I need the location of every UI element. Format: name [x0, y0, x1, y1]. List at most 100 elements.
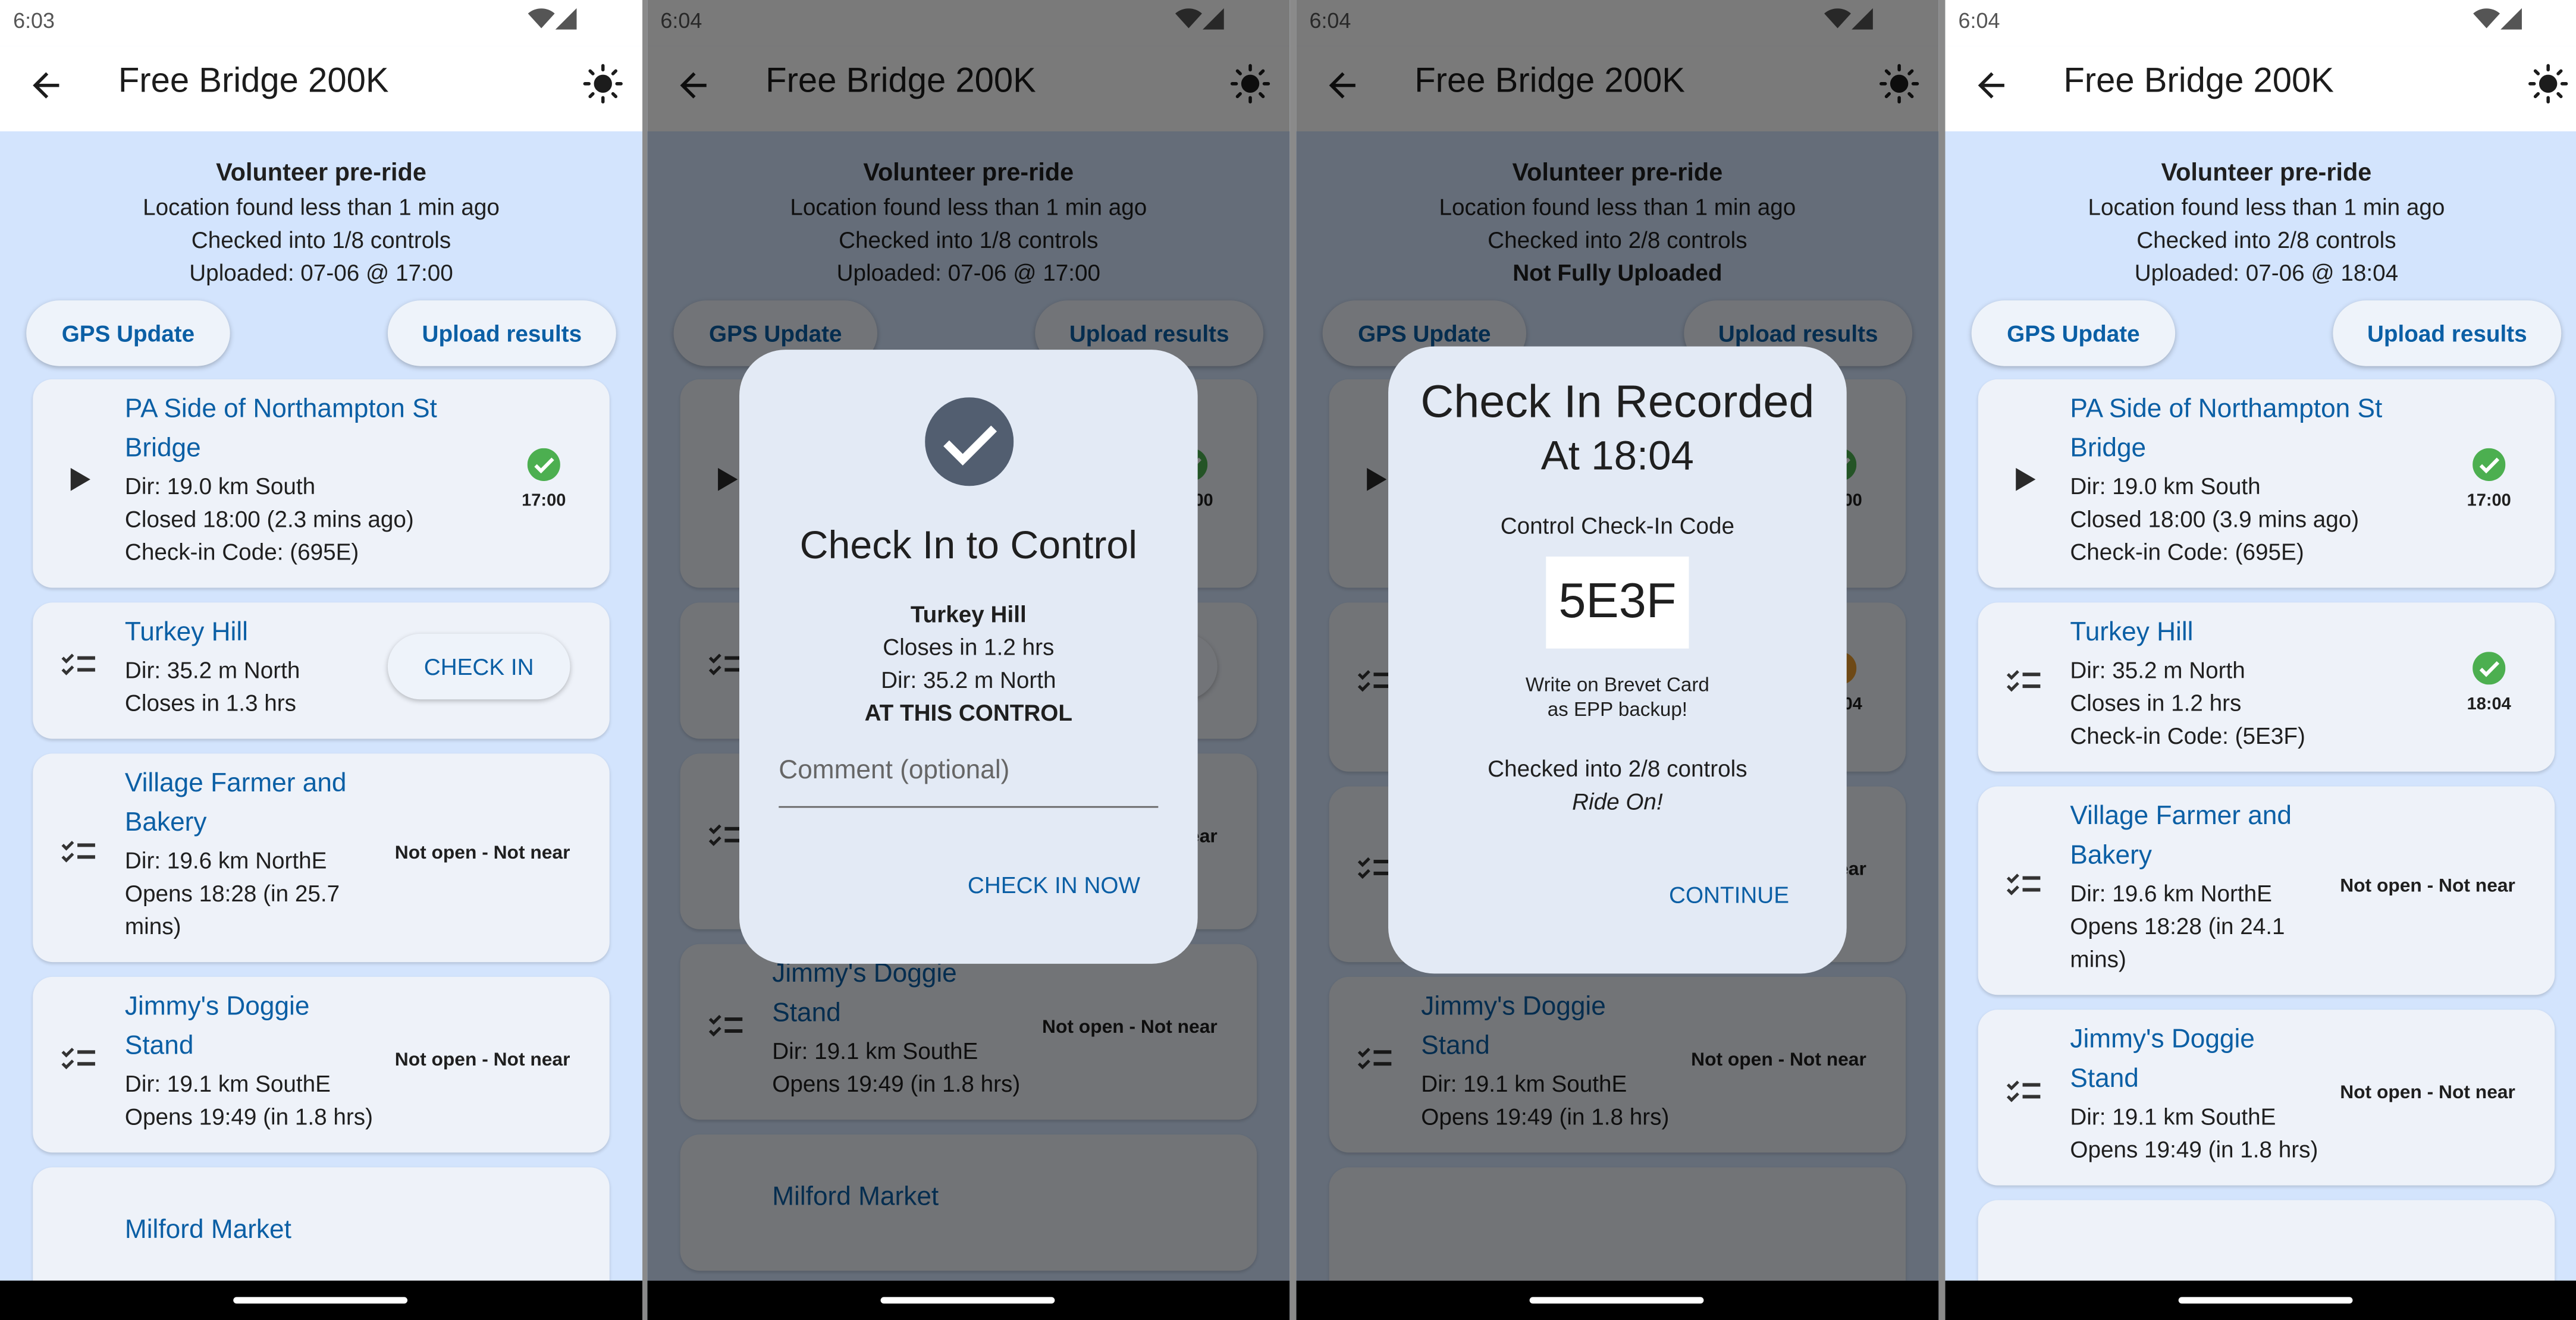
brevet-note: Write on Brevet Card — [1525, 673, 1709, 696]
checkin-time: 17:00 — [522, 491, 566, 511]
screenshot-collage: 6:03 Free Bridge 200K Volunteer pre-ride Lo… — [0, 0, 2576, 1320]
control-detail: Check-in Code: (5E3F) — [2070, 722, 2305, 749]
check-circle-icon — [739, 397, 1198, 494]
home-gesture-handle[interactable] — [1529, 1297, 1704, 1304]
signal-icon — [555, 8, 577, 36]
theme-toggle-sun-icon[interactable] — [582, 62, 625, 105]
control-list[interactable]: PA Side of Northampton St Bridge Dir: 19.… — [1978, 379, 2555, 1320]
checkin-time: 17:00 — [2467, 491, 2511, 511]
upload-results-button[interactable]: Upload results — [2333, 300, 2562, 366]
control-name[interactable]: Jimmy's Doggie Stand — [2070, 1021, 2327, 1100]
phone-screen: 6:04Free Bridge 200KVolunteer pre-rideLo… — [647, 0, 1290, 1320]
control-info: Jimmy's Doggie Stand Dir: 19.1 km SouthE O… — [125, 988, 382, 1133]
control-card[interactable]: Turkey Hill Dir: 35.2 m North Closes in 1.… — [33, 602, 610, 739]
control-detail: Closes in 1.3 hrs — [124, 689, 296, 716]
control-card[interactable]: Jimmy's Doggie Stand Dir: 19.1 km SouthE O… — [33, 976, 610, 1153]
control-info: Village Farmer and Bakery Dir: 19.6 km No… — [125, 765, 382, 942]
control-card[interactable]: PA Side of Northampton St Bridge Dir: 19.… — [1978, 379, 2555, 588]
page-title: Free Bridge 200K — [118, 62, 389, 100]
back-arrow-icon[interactable] — [1972, 65, 2011, 105]
control-detail: Closes in 1.2 hrs — [2070, 689, 2242, 716]
dialog-subtitle: At 18:04 — [1540, 433, 1695, 480]
control-detail: Dir: 19.6 km NorthE — [124, 847, 327, 873]
control-card[interactable]: Village Farmer and Bakery Dir: 19.6 km No… — [33, 753, 610, 963]
control-name[interactable]: PA Side of Northampton St Bridge — [125, 391, 494, 470]
wifi-icon — [2473, 8, 2500, 36]
control-card[interactable]: Village Farmer and Bakery Dir: 19.6 km No… — [1978, 786, 2555, 995]
control-detail: Dir: 19.1 km SouthE — [124, 1070, 331, 1097]
control-availability: Not open - Not near — [394, 844, 570, 864]
navigation-bar — [0, 1280, 643, 1320]
checkin-time: 18:04 — [2467, 694, 2511, 715]
progress-text: Checked into 2/8 controls — [1488, 755, 1747, 782]
control-card[interactable]: Jimmy's Doggie Stand Dir: 19.1 km SouthE O… — [1978, 1010, 2555, 1186]
summary-line: Uploaded: 07-06 @ 18:04 — [2134, 259, 2399, 286]
location-status: AT THIS CONTROL — [864, 699, 1073, 726]
control-detail: Opens 18:28 (in 25.7 mins) — [124, 880, 340, 939]
control-name[interactable]: Milford Market — [125, 1212, 610, 1251]
main-content: Volunteer pre-ride Location found less th… — [1945, 131, 2576, 1320]
summary-line: Location found less than 1 min ago — [2088, 193, 2445, 221]
status-summary: Volunteer pre-ride Location found less th… — [0, 158, 642, 289]
app-bar: Free Bridge 200K — [0, 46, 643, 131]
app-bar: Free Bridge 200K — [1945, 46, 2576, 131]
code-label: Control Check-In Code — [1500, 512, 1735, 539]
status-icons — [2473, 8, 2522, 38]
brevet-note: as EPP backup! — [1547, 697, 1687, 721]
check-in-button[interactable]: CHECK IN — [387, 633, 570, 700]
control-detail: Dir: 35.2 m North — [2070, 656, 2245, 683]
theme-toggle-sun-icon[interactable] — [2527, 62, 2569, 105]
checklist-icon — [1978, 668, 2070, 698]
continue-button[interactable]: CONTINUE — [1669, 882, 1789, 908]
checklist-icon — [1978, 1079, 2070, 1108]
navigation-bar — [1945, 1280, 2576, 1320]
control-detail: Dir: 19.1 km SouthE — [2070, 1103, 2276, 1130]
home-gesture-handle[interactable] — [2178, 1297, 2353, 1304]
control-info: PA Side of Northampton St Bridge Dir: 19.… — [125, 391, 494, 568]
control-detail: Dir: 19.0 km South — [2070, 473, 2261, 499]
control-name[interactable]: Village Farmer and Bakery — [2070, 798, 2327, 877]
control-detail: Opens 19:49 (in 1.8 hrs) — [124, 1103, 373, 1130]
upload-results-button[interactable]: Upload results — [387, 300, 616, 366]
gps-update-button[interactable]: GPS Update — [1971, 300, 2176, 366]
check-in-recorded-dialog: Check In Recorded At 18:04 Control Check-I… — [1388, 346, 1847, 974]
control-info: Village Farmer and Bakery Dir: 19.6 km No… — [2070, 798, 2327, 975]
control-list[interactable]: PA Side of Northampton St Bridge Dir: 19.… — [33, 379, 610, 1318]
control-info: Turkey Hill Dir: 35.2 m North Closes in 1.… — [125, 614, 375, 719]
dialog-title: Check In Recorded — [1420, 376, 1815, 427]
comment-input[interactable] — [779, 747, 1159, 806]
control-info: Turkey Hill Dir: 35.2 m North Closes in 1.… — [2070, 614, 2439, 752]
comment-field[interactable]: Comment (optional) — [779, 747, 1159, 808]
signal-icon — [2500, 8, 2522, 36]
navigation-bar — [1296, 1280, 1939, 1320]
control-name[interactable]: Turkey Hill — [125, 614, 375, 653]
control-name[interactable]: Turkey Hill — [2070, 614, 2439, 653]
control-name[interactable]: Jimmy's Doggie Stand — [125, 988, 382, 1067]
control-detail: Dir: 19.6 km NorthE — [2070, 880, 2272, 907]
summary-line: Location found less than 1 min ago — [143, 193, 500, 221]
checklist-icon — [1978, 872, 2070, 901]
control-info: Jimmy's Doggie Stand Dir: 19.1 km SouthE O… — [2070, 1021, 2327, 1165]
check-in-now-button[interactable]: CHECK IN NOW — [968, 872, 1140, 898]
control-name[interactable]: Village Farmer and Bakery — [125, 765, 382, 844]
phone-screen: 6:04Free Bridge 200KVolunteer pre-rideLo… — [1296, 0, 1939, 1320]
control-availability: Not open - Not near — [2340, 1083, 2515, 1104]
main-content: Volunteer pre-ride Location found less th… — [0, 131, 642, 1304]
status-time: 6:03 — [13, 8, 55, 33]
control-name: Turkey Hill — [910, 601, 1027, 627]
summary-title: Volunteer pre-ride — [216, 159, 426, 187]
control-card[interactable]: PA Side of Northampton St Bridge Dir: 19.… — [33, 379, 610, 588]
control-detail: Check-in Code: (695E) — [124, 538, 359, 565]
control-detail: Closed 18:00 (3.9 mins ago) — [2070, 505, 2359, 532]
control-name[interactable]: PA Side of Northampton St Bridge — [2070, 391, 2439, 470]
control-detail: Opens 19:49 (in 1.8 hrs) — [2070, 1136, 2318, 1162]
gps-update-button[interactable]: GPS Update — [26, 300, 230, 366]
control-card[interactable]: Turkey Hill Dir: 35.2 m North Closes in 1.… — [1978, 602, 2555, 772]
summary-line: Checked into 1/8 controls — [191, 227, 451, 253]
home-gesture-handle[interactable] — [233, 1297, 408, 1304]
phone-screen: 6:04Free Bridge 200KVolunteer pre-rideLo… — [1945, 0, 2576, 1320]
home-gesture-handle[interactable] — [880, 1297, 1055, 1304]
page-title: Free Bridge 200K — [2063, 62, 2335, 100]
status-icons — [528, 8, 577, 38]
back-arrow-icon[interactable] — [26, 65, 65, 105]
